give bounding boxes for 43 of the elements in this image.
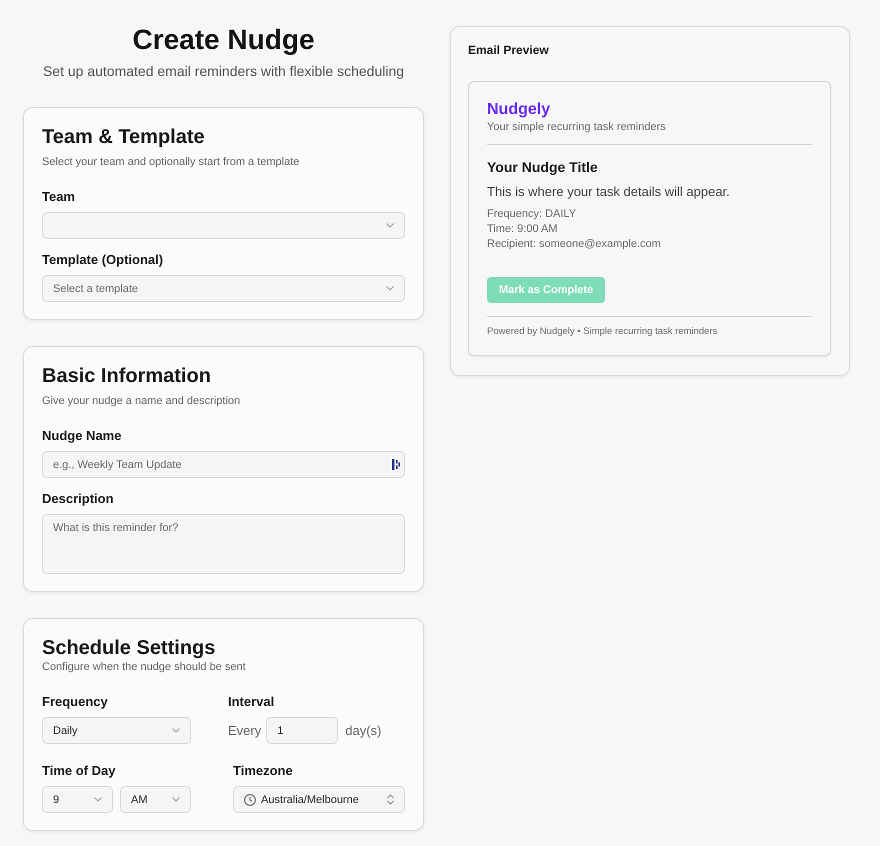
select-field[interactable]: 9	[42, 786, 113, 813]
field-label: Description	[42, 490, 115, 508]
page-title: Create Nudge	[131, 23, 316, 57]
page-subtitle: Set up automated email reminders with flexible scheduling	[42, 62, 406, 81]
brand-name: Nudgely	[487, 100, 552, 120]
number-field[interactable]: 1	[266, 717, 338, 744]
textarea-field[interactable]: What is this reminder for?	[42, 514, 405, 574]
brand-tagline: Your simple recurring task reminders	[487, 120, 667, 135]
email-footer: Powered by Nudgely • Simple recurring task reminders	[487, 325, 812, 339]
chevron-down-icon	[94, 797, 102, 802]
field-label: Template (Optional)	[42, 251, 164, 269]
preview-title: Email Preview	[468, 42, 550, 58]
detail-line: Time: 9:00 AM	[487, 222, 559, 237]
field-label: Timezone	[233, 762, 294, 780]
section-subtitle: Configure when the nudge should be sent	[42, 660, 247, 675]
field-label: Time of Day	[42, 762, 116, 780]
field-label: Nudge Name	[42, 427, 122, 445]
chevron-down-icon	[386, 286, 394, 291]
section-subtitle: Give your nudge a name and description	[42, 394, 242, 409]
detail-line: Frequency: DAILY	[487, 207, 578, 222]
field-label: Interval	[228, 693, 276, 711]
prefix-label: Every	[228, 723, 262, 738]
chevron-up-down-icon	[387, 794, 394, 805]
section-subtitle: Select your team and optionally start from a template	[42, 155, 300, 170]
chevron-down-icon	[172, 728, 180, 733]
clock-icon	[244, 794, 256, 806]
select-field[interactable]: Select a template	[42, 275, 405, 302]
chevron-down-icon	[172, 797, 180, 802]
nudge-title: Your Nudge Title	[487, 158, 599, 176]
select-field[interactable]	[42, 212, 405, 239]
section-title: Basic Information	[42, 364, 212, 389]
detail-line: Recipient: someone@example.com	[487, 237, 662, 252]
field-label: Frequency	[42, 693, 109, 711]
unit-label: day(s)	[345, 723, 382, 738]
select-field[interactable]: Daily	[42, 717, 191, 744]
select-field[interactable]: AM	[120, 786, 191, 813]
timezone-select[interactable]: Australia/Melbourne	[233, 786, 405, 813]
chevron-down-icon	[386, 223, 394, 228]
text-field[interactable]: e.g., Weekly Team Update	[42, 451, 405, 478]
section-title: Team & Template	[42, 125, 206, 150]
field-label: Team	[42, 188, 76, 206]
nudge-body: This is where your task details will appear.	[487, 183, 731, 201]
section-title: Schedule Settings	[42, 636, 216, 661]
